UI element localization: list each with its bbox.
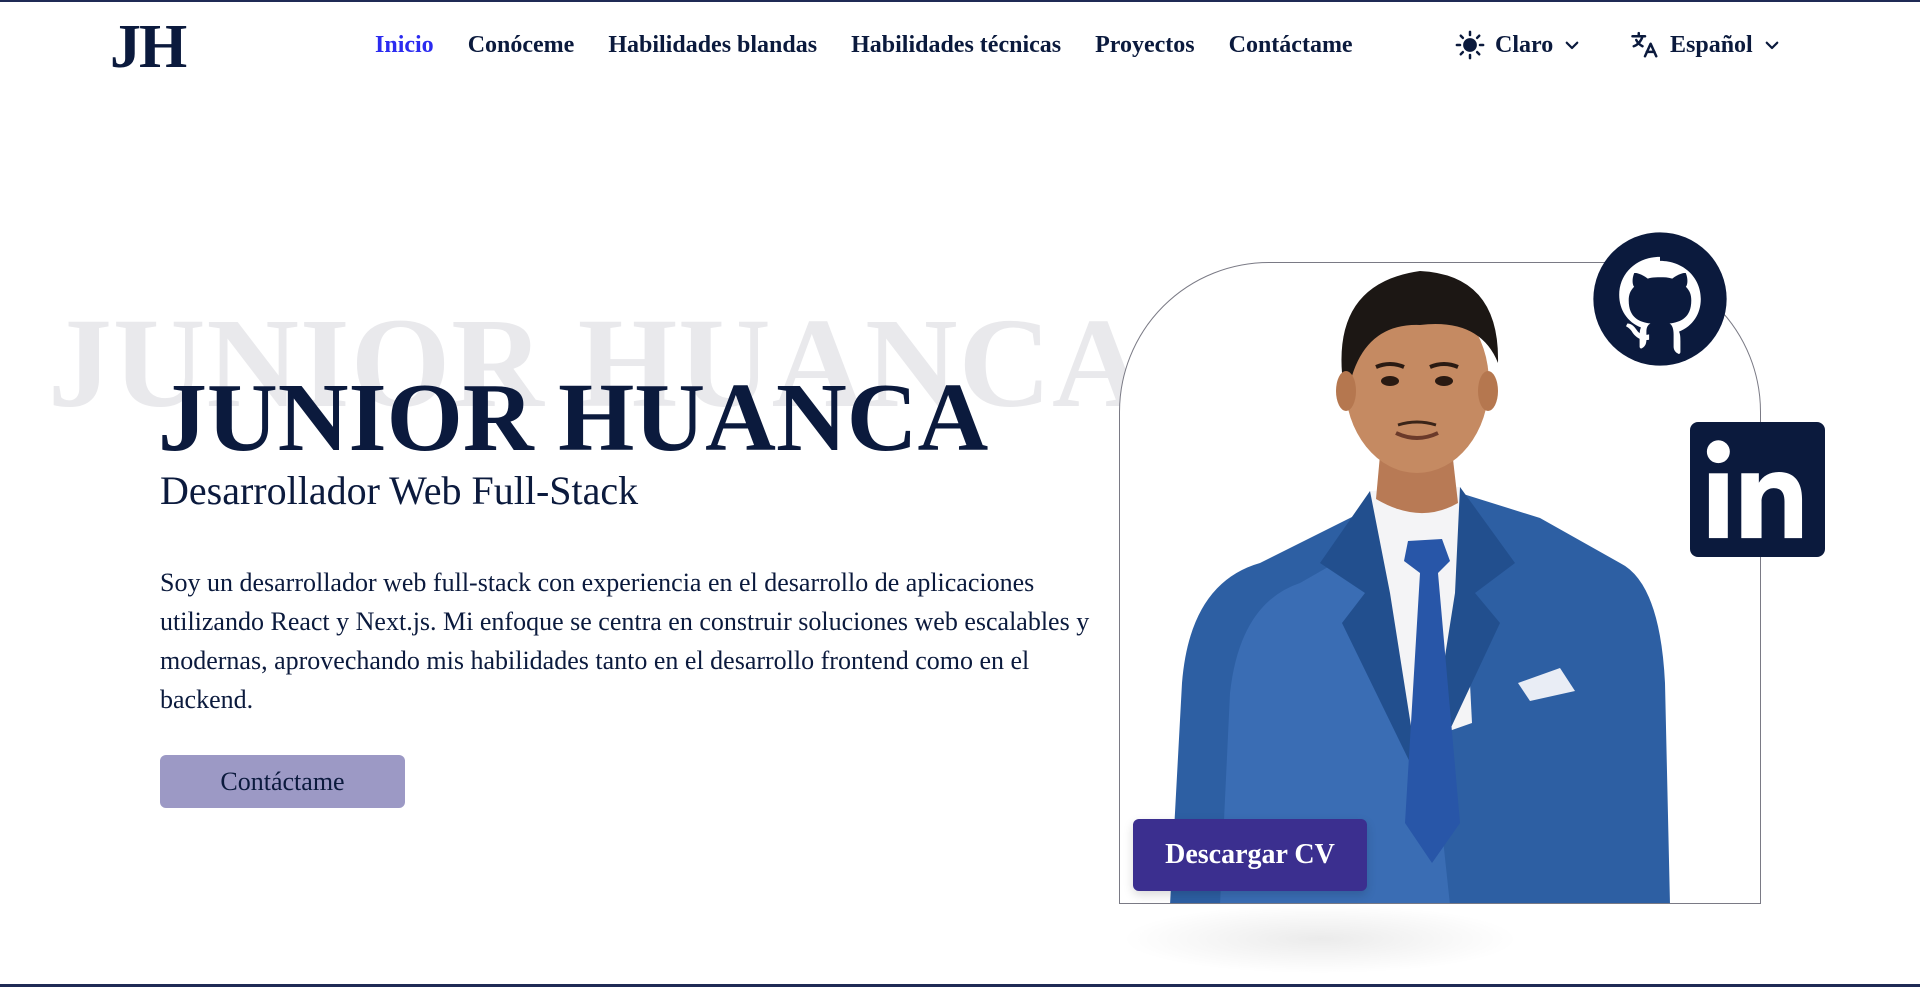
- main-nav: Inicio Conóceme Habilidades blandas Habi…: [375, 32, 1353, 59]
- nav-link-habilidades-tecnicas[interactable]: Habilidades técnicas: [851, 32, 1061, 59]
- hero-subtitle: Desarrollador Web Full-Stack: [160, 468, 639, 513]
- chevron-down-icon: [1563, 36, 1581, 54]
- theme-label: Claro: [1495, 31, 1554, 58]
- site-logo[interactable]: JH: [110, 12, 187, 83]
- github-icon: [1593, 232, 1727, 366]
- sun-icon: [1455, 30, 1485, 60]
- language-label: Español: [1670, 31, 1753, 58]
- nav-link-contactame[interactable]: Contáctame: [1229, 32, 1353, 59]
- nav-link-conoceme[interactable]: Conóceme: [468, 32, 575, 59]
- theme-selector[interactable]: Claro: [1455, 30, 1581, 60]
- site-header: JH Inicio Conóceme Habilidades blandas H…: [0, 2, 1920, 90]
- nav-link-proyectos[interactable]: Proyectos: [1095, 32, 1195, 59]
- language-selector[interactable]: Español: [1630, 30, 1781, 60]
- chevron-down-icon: [1763, 36, 1781, 54]
- translate-icon: [1630, 30, 1660, 60]
- hero-title: JUNIOR HUANCA: [158, 364, 989, 472]
- nav-link-habilidades-blandas[interactable]: Habilidades blandas: [608, 32, 817, 59]
- linkedin-icon: [1690, 422, 1825, 557]
- contact-button[interactable]: Contáctame: [160, 755, 405, 808]
- linkedin-link[interactable]: [1690, 422, 1825, 557]
- nav-link-inicio[interactable]: Inicio: [375, 32, 434, 59]
- frame-shadow: [1120, 904, 1520, 974]
- download-cv-button[interactable]: Descargar CV: [1133, 819, 1367, 891]
- hero-description: Soy un desarrollador web full-stack con …: [160, 568, 1090, 714]
- github-link[interactable]: [1592, 231, 1728, 367]
